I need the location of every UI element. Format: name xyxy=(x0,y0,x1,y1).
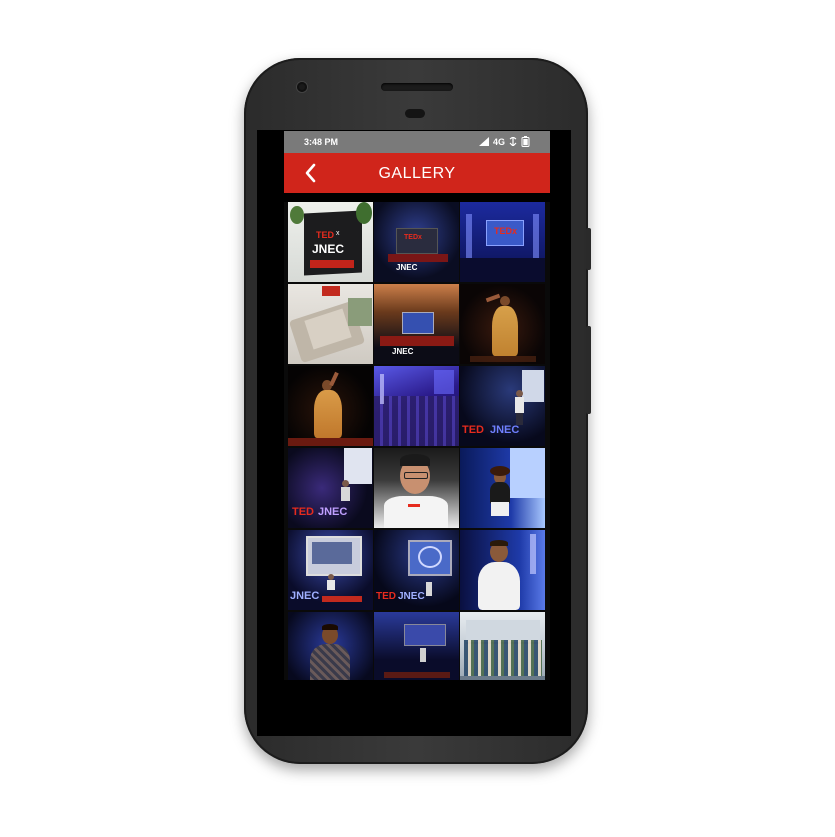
gallery-photo-10[interactable]: TED JNEC xyxy=(288,448,373,528)
gallery-photo-15[interactable] xyxy=(460,530,545,610)
gallery-photo-16[interactable] xyxy=(288,612,373,680)
network-type-label: 4G xyxy=(492,136,505,147)
status-icons: 4G xyxy=(478,136,530,147)
gallery-photo-5[interactable]: JNEC xyxy=(374,284,459,364)
battery-icon xyxy=(521,136,530,147)
volume-button xyxy=(586,228,591,270)
gallery-photo-4[interactable] xyxy=(288,284,373,364)
photo-caption: JNEC xyxy=(392,347,414,356)
gallery-photo-9[interactable]: TED JNEC xyxy=(460,366,545,446)
gallery-photo-13[interactable]: JNEC xyxy=(288,530,373,610)
gallery-photo-14[interactable]: TED JNEC xyxy=(374,530,459,610)
photo-caption: JNEC xyxy=(490,424,520,436)
gallery-photo-2[interactable]: TEDx JNEC xyxy=(374,202,459,282)
status-bar: 3:48 PM 4G xyxy=(284,131,550,153)
signal-icon xyxy=(478,137,489,146)
wifi-calling-icon xyxy=(509,137,517,146)
gallery-photo-7[interactable] xyxy=(288,366,373,446)
photo-caption: JNEC xyxy=(398,591,425,602)
front-camera xyxy=(297,82,307,92)
gallery-photo-8[interactable] xyxy=(374,366,459,446)
photo-grid: TED x JNEC TEDx JNEC TEDx JNEC TED JNEC … xyxy=(284,202,550,680)
gallery-photo-17[interactable] xyxy=(374,612,459,680)
power-button xyxy=(586,326,591,414)
earpiece-speaker xyxy=(381,83,453,91)
photo-caption: JNEC xyxy=(318,506,348,518)
gallery-photo-18[interactable] xyxy=(460,612,545,680)
page-title: GALLERY xyxy=(378,165,456,182)
gallery-photo-3[interactable]: TEDx xyxy=(460,202,545,282)
photo-caption: JNEC xyxy=(312,242,345,256)
gallery-photo-11[interactable] xyxy=(374,448,459,528)
app-bar: GALLERY xyxy=(284,153,550,193)
proximity-sensor xyxy=(405,109,425,118)
status-time: 3:48 PM xyxy=(304,137,339,147)
gallery-photo-6[interactable] xyxy=(460,284,545,364)
gallery-photo-12[interactable] xyxy=(460,448,545,528)
photo-caption: JNEC xyxy=(290,590,320,602)
gallery-photo-1[interactable]: TED x JNEC xyxy=(288,202,373,282)
photo-caption: JNEC xyxy=(396,263,418,272)
